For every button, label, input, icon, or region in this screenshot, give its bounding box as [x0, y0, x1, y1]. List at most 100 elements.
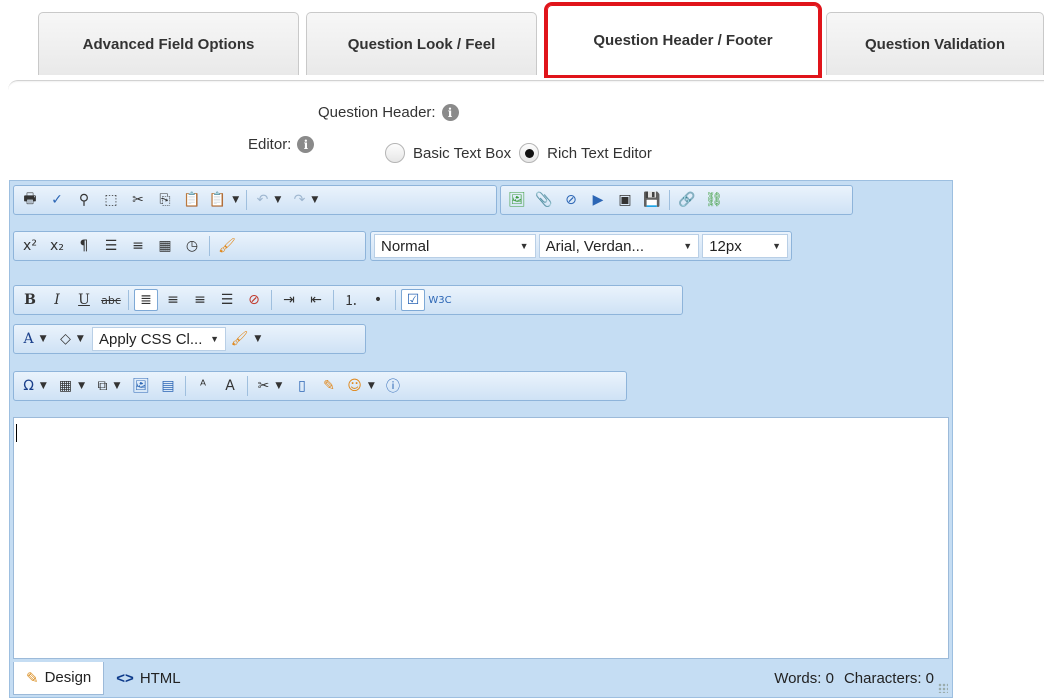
select-all-icon[interactable]: ⬚ — [99, 189, 123, 211]
outdent-icon[interactable]: ⇤ — [304, 289, 328, 311]
toolbar-separator — [185, 376, 186, 396]
image-map-icon[interactable]: ▤ — [156, 375, 180, 397]
remove-link-icon[interactable]: ⛓ — [702, 189, 726, 211]
justify-icon[interactable]: ☰ — [215, 289, 239, 311]
question-header-row: Question Header: i — [318, 104, 459, 121]
paragraph-icon[interactable]: ¶ — [72, 235, 96, 257]
paste-options-icon[interactable]: 📋 ▼ — [207, 189, 241, 211]
toolbar-row-5: Ω ▼ ▦ ▼ ⧉ ▼ 🖼 ▤ ᴬ A ✂ ▼ ▯ ✎ ☺ ▼ ⓘ — [13, 371, 627, 401]
find-replace-icon[interactable]: ⚲ — [72, 189, 96, 211]
tab-advanced-field-options[interactable]: Advanced Field Options — [38, 12, 299, 75]
editor-statusbar: ✎ Design <> HTML Words: 0 Characters: 0 — [10, 659, 952, 697]
tab-question-look-feel[interactable]: Question Look / Feel — [306, 12, 537, 75]
module-manager-icon[interactable]: ✂ ▼ — [253, 375, 287, 397]
hyperlink-icon[interactable]: 🔗 — [675, 189, 699, 211]
toolbar-separator — [669, 190, 670, 210]
track-changes-icon[interactable]: ▯ — [290, 375, 314, 397]
info-icon[interactable]: i — [441, 104, 459, 121]
format-painter-icon[interactable]: 🖌 ▼ — [229, 328, 263, 350]
insert-emoticon-icon[interactable]: ☺ ▼ — [344, 375, 378, 397]
copy-icon[interactable]: ⎘ — [153, 189, 177, 211]
characters-count: Characters: 0 — [843, 669, 934, 687]
insert-paragraph-icon[interactable]: ☰ — [99, 235, 123, 257]
about-dialog-icon[interactable]: ⓘ — [381, 375, 405, 397]
insert-table-icon[interactable]: ▦ ▼ — [55, 375, 89, 397]
toolbar-separator — [247, 376, 248, 396]
tab-question-validation[interactable]: Question Validation — [826, 12, 1044, 75]
bulleted-list-icon[interactable]: • — [366, 289, 390, 311]
basic-text-box-radio[interactable] — [385, 143, 405, 163]
flash-manager-icon[interactable]: ⊘ — [559, 189, 583, 211]
image-properties-icon[interactable]: 🖼 — [129, 375, 153, 397]
strikethrough-icon[interactable]: abc — [99, 289, 123, 311]
paragraph-style-value: Normal — [381, 237, 430, 255]
format-stripper-icon[interactable]: 🖌 — [215, 235, 239, 257]
toolbar-row-1-media: 🖼 📎 ⊘ ▶ ▣ 💾 🔗 ⛓ — [500, 185, 853, 215]
tab-label: Advanced Field Options — [82, 35, 255, 53]
align-right-icon[interactable]: ≡ — [188, 289, 212, 311]
template-manager-icon[interactable]: ▣ — [613, 189, 637, 211]
toolbar-row-1: 🖶 ✓ ⚲ ⬚ ✂ ⎘ 📋 📋 ▼ ↶ ▼ ↷ ▼ — [13, 185, 497, 215]
font-color-icon[interactable]: A ▼ — [18, 328, 52, 350]
toolbar-separator — [333, 290, 334, 310]
document-manager-icon[interactable]: 📎 — [532, 189, 556, 211]
convert-to-lower-icon[interactable]: ᴬ — [191, 375, 215, 397]
image-manager-icon[interactable]: 🖼 — [505, 189, 529, 211]
toolbar-row-2: x² x₂ ¶ ☰ ≡ ▦ ◷ 🖌 — [13, 231, 366, 261]
font-name-value: Arial, Verdan... — [545, 237, 644, 255]
remove-alignment-icon[interactable]: ⊘ — [242, 289, 266, 311]
underline-icon[interactable]: U — [72, 289, 96, 311]
html-mode-button[interactable]: <> HTML — [104, 662, 192, 695]
cut-icon[interactable]: ✂ — [126, 189, 150, 211]
basic-text-box-label[interactable]: Basic Text Box — [413, 145, 511, 162]
paste-icon[interactable]: 📋 — [180, 189, 204, 211]
background-color-icon[interactable]: ◇ ▼ — [55, 328, 89, 350]
insert-snippet-icon[interactable]: ⧉ ▼ — [92, 375, 126, 397]
info-icon[interactable]: i — [297, 136, 315, 153]
rich-text-editor-radio[interactable] — [519, 143, 540, 163]
align-icon[interactable]: ≡ — [126, 235, 150, 257]
media-manager-icon[interactable]: ▶ — [586, 189, 610, 211]
undo-icon[interactable]: ↶ ▼ — [252, 189, 286, 211]
tab-question-header-footer[interactable]: Question Header / Footer — [544, 2, 822, 78]
resize-grip[interactable] — [938, 683, 948, 693]
toolbar-row-2-dropdowns: Normal ▼ Arial, Verdan... ▼ 12px ▼ — [370, 231, 792, 261]
indent-icon[interactable]: ⇥ — [277, 289, 301, 311]
rich-text-editor-label[interactable]: Rich Text Editor — [547, 145, 652, 162]
design-label: Design — [44, 669, 92, 686]
subscript-icon[interactable]: x₂ — [45, 235, 69, 257]
toolbar-separator — [246, 190, 247, 210]
css-class-value: Apply CSS Cl... — [99, 330, 203, 348]
paragraph-style-dropdown[interactable]: Normal ▼ — [374, 234, 536, 258]
spell-check-icon[interactable]: ✓ — [45, 189, 69, 211]
editor-label-row: Editor: i — [248, 136, 315, 153]
w3c-validator-icon[interactable]: W3C — [428, 289, 452, 311]
align-center-icon[interactable]: ≡ — [161, 289, 185, 311]
design-mode-button[interactable]: ✎ Design — [13, 661, 105, 695]
bold-icon[interactable]: B — [18, 289, 42, 311]
italic-icon[interactable]: I — [45, 289, 69, 311]
print-icon[interactable]: 🖶 — [18, 189, 42, 211]
xhtml-validator-icon[interactable]: ☑ — [401, 289, 425, 311]
word-count: Words: 0 Characters: 0 — [774, 670, 952, 687]
font-size-dropdown[interactable]: 12px ▼ — [702, 234, 788, 258]
pencil-icon: ✎ — [26, 669, 39, 687]
insert-date-icon[interactable]: ▦ — [153, 235, 177, 257]
css-class-dropdown[interactable]: Apply CSS Cl... ▼ — [92, 327, 226, 351]
font-name-dropdown[interactable]: Arial, Verdan... ▼ — [538, 234, 700, 258]
numbered-list-icon[interactable]: ⒈ — [339, 289, 363, 311]
redo-icon[interactable]: ↷ ▼ — [289, 189, 323, 211]
code-icon: <> — [116, 669, 134, 687]
tab-label: Question Header / Footer — [593, 32, 773, 49]
question-header-label: Question Header: — [318, 104, 436, 121]
convert-to-upper-icon[interactable]: A — [218, 375, 242, 397]
align-left-icon[interactable]: ≣ — [134, 289, 158, 311]
editor-content-area[interactable] — [13, 417, 949, 659]
editor-label: Editor: — [248, 136, 292, 153]
comments-icon[interactable]: ✎ — [317, 375, 341, 397]
special-characters-icon[interactable]: Ω ▼ — [18, 375, 52, 397]
html-label: HTML — [139, 669, 181, 687]
insert-time-icon[interactable]: ◷ — [180, 235, 204, 257]
superscript-icon[interactable]: x² — [18, 235, 42, 257]
save-icon[interactable]: 💾 — [640, 189, 664, 211]
